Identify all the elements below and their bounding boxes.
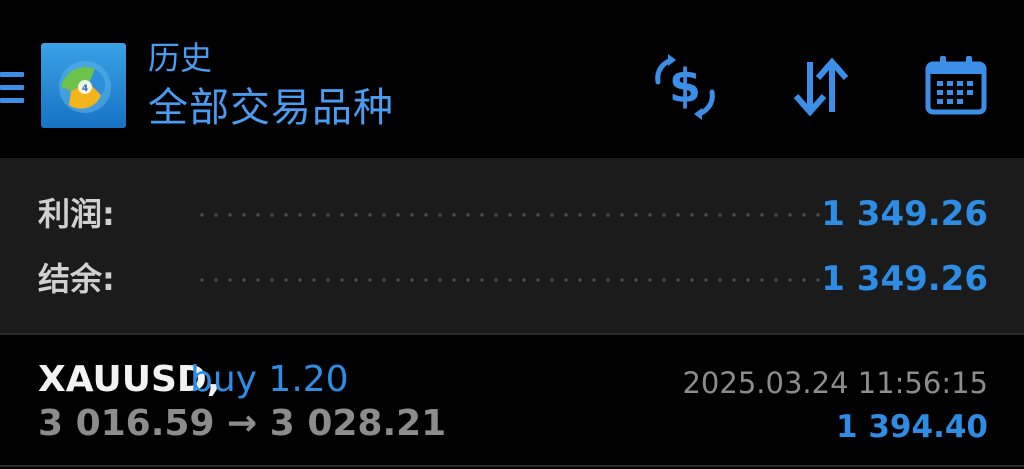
page-subtitle: 历史 [148, 39, 213, 77]
summary-panel: 利润: 1 349.26 结余: 1 349.26 [0, 158, 1024, 333]
dotted-leader [195, 213, 825, 217]
deal-profit: 1 394.40 [836, 409, 988, 445]
deal-list-item[interactable]: XAUUSD, buy 1.20 3 016.59 → 3 028.21 202… [0, 335, 1024, 465]
deal-open-close-prices: 3 016.59 → 3 028.21 [38, 403, 447, 444]
dotted-leader [195, 278, 825, 282]
balance-row: 结余: 1 349.26 [0, 254, 1024, 304]
profit-label: 利润: [38, 195, 115, 233]
profit-row: 利润: 1 349.26 [0, 189, 1024, 239]
svg-text:$: $ [669, 59, 701, 113]
balance-label: 结余: [38, 260, 115, 298]
svg-text:4: 4 [82, 84, 88, 94]
dollar-exchange-icon[interactable]: $ [650, 52, 720, 122]
history-screen: 4 历史 全部交易品种 $ 利润: 1 349.26 结余: 1 349.26 … [0, 0, 1024, 469]
calendar-icon[interactable] [920, 52, 990, 122]
divider [0, 465, 1024, 467]
profit-value: 1 349.26 [821, 194, 988, 234]
deal-type-volume: buy 1.20 [190, 359, 349, 400]
symbol-filter-title[interactable]: 全部交易品种 [148, 84, 394, 132]
menu-icon[interactable] [0, 68, 26, 108]
balance-value: 1 349.26 [821, 259, 988, 299]
metatrader-logo: 4 [41, 43, 126, 128]
app-header: 4 历史 全部交易品种 $ [0, 0, 1024, 158]
deal-timestamp: 2025.03.24 11:56:15 [682, 366, 988, 400]
sort-arrows-icon[interactable] [786, 52, 856, 122]
